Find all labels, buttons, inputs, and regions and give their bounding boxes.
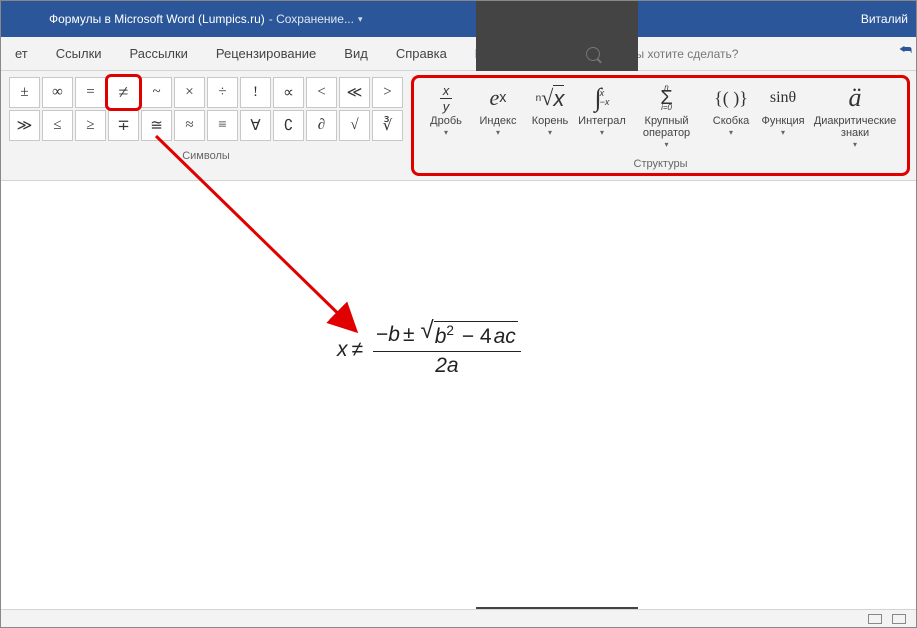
chevron-down-icon: ▾ bbox=[548, 128, 552, 137]
symbol-times[interactable]: × bbox=[174, 77, 205, 108]
statusbar bbox=[1, 609, 916, 627]
script-icon: ex bbox=[490, 82, 507, 114]
struct-accent[interactable]: ä Диакритические знаки ▾ bbox=[809, 82, 901, 149]
symbol-lt[interactable]: < bbox=[306, 77, 337, 108]
saving-status: - Сохранение... bbox=[269, 12, 354, 26]
struct-label: Корень bbox=[532, 115, 569, 127]
symbol-mp[interactable]: ∓ bbox=[108, 110, 139, 141]
formula-x: x bbox=[337, 338, 348, 362]
struct-function[interactable]: sinθ Функция ▾ bbox=[757, 82, 809, 137]
struct-label: Крупный оператор bbox=[630, 115, 703, 139]
num-minus: − bbox=[376, 323, 388, 347]
symbol-neq[interactable]: ≠ bbox=[105, 74, 142, 111]
symbol-pm[interactable]: ± bbox=[9, 77, 40, 108]
struct-script[interactable]: ex Индекс ▾ bbox=[472, 82, 524, 137]
symbol-ge[interactable]: ≥ bbox=[75, 110, 106, 141]
bracket-icon: {( )} bbox=[714, 82, 748, 114]
sqrt-a: a bbox=[494, 325, 506, 348]
symbol-le[interactable]: ≤ bbox=[42, 110, 73, 141]
structures-group: xy Дробь ▾ ex Индекс ▾ n√x Корень ▾ ∫x−x… bbox=[411, 75, 910, 176]
num-sqrt: √ b2 − 4ac bbox=[421, 321, 518, 349]
sqrt-minus4: − 4 bbox=[462, 325, 492, 348]
struct-integral[interactable]: ∫x−x Интеграл ▾ bbox=[576, 82, 628, 137]
struct-label: Скобка bbox=[713, 115, 749, 127]
sqrt-b: b bbox=[435, 325, 447, 348]
share-icon[interactable]: ⮪ bbox=[899, 41, 912, 58]
struct-radical[interactable]: n√x Корень ▾ bbox=[524, 82, 576, 137]
save-dropdown-icon[interactable]: ▾ bbox=[358, 14, 363, 25]
tab-view[interactable]: Вид bbox=[330, 37, 382, 70]
symbol-propto[interactable]: ∝ bbox=[273, 77, 304, 108]
struct-fraction[interactable]: xy Дробь ▾ bbox=[420, 82, 472, 137]
title-left: Формулы в Microsoft Word (Lumpics.ru) - … bbox=[49, 12, 362, 26]
symbol-cong[interactable]: ≅ bbox=[141, 110, 172, 141]
doc-title: Формулы в Microsoft Word (Lumpics.ru) bbox=[49, 12, 265, 26]
chevron-down-icon: ▾ bbox=[665, 140, 669, 149]
accent-icon: ä bbox=[849, 82, 862, 114]
titlebar: Формулы в Microsoft Word (Lumpics.ru) - … bbox=[1, 1, 916, 37]
formula-neq: ≠ bbox=[352, 338, 364, 362]
structures-group-label: Структуры bbox=[420, 158, 901, 170]
print-layout-icon[interactable] bbox=[892, 614, 906, 624]
fraction-icon: xy bbox=[440, 82, 453, 114]
symbol-cbrt[interactable]: ∛ bbox=[372, 110, 403, 141]
num-b: b bbox=[388, 323, 400, 347]
symbol-sqrt[interactable]: √ bbox=[339, 110, 370, 141]
symbol-approx[interactable]: ≈ bbox=[174, 110, 205, 141]
symbol-gt[interactable]: > bbox=[372, 77, 403, 108]
ribbon-tabs: ет Ссылки Рассылки Рецензирование Вид Сп… bbox=[1, 37, 916, 71]
chevron-down-icon: ▾ bbox=[496, 128, 500, 137]
formula-fraction: − b ± √ b2 − 4ac 2a bbox=[373, 321, 521, 378]
symbol-forall[interactable]: ∀ bbox=[240, 110, 271, 141]
struct-label: Дробь bbox=[430, 115, 462, 127]
function-icon: sinθ bbox=[770, 82, 796, 114]
struct-large-operator[interactable]: nΣi=0 Крупный оператор ▾ bbox=[628, 82, 705, 149]
sqrt-body: b2 − 4ac bbox=[434, 321, 518, 349]
symbols-group-label: Символы bbox=[9, 150, 403, 162]
document-page[interactable]: x ≠ − b ± √ b2 − 4ac 2a bbox=[19, 181, 898, 607]
symbol-infinity[interactable]: ∞ bbox=[42, 77, 73, 108]
tab-truncated[interactable]: ет bbox=[1, 37, 42, 70]
tab-review[interactable]: Рецензирование bbox=[202, 37, 330, 70]
chevron-down-icon: ▾ bbox=[853, 140, 857, 149]
symbol-ll[interactable]: ≪ bbox=[339, 77, 370, 108]
radical-icon: n√x bbox=[536, 82, 565, 114]
chevron-down-icon: ▾ bbox=[729, 128, 733, 137]
sqrt-exp: 2 bbox=[446, 323, 454, 338]
symbol-tilde[interactable]: ~ bbox=[141, 77, 172, 108]
struct-bracket[interactable]: {( )} Скобка ▾ bbox=[705, 82, 757, 137]
ribbon: ± ∞ = ≠ ~ × ÷ ! ∝ < ≪ > ≫ ≤ ≥ ∓ ≅ ≈ ≡ ∀ … bbox=[1, 71, 916, 181]
symbol-partial[interactable]: ∂ bbox=[306, 110, 337, 141]
sqrt-icon: √ bbox=[421, 321, 434, 340]
sigma-icon: nΣi=0 bbox=[660, 82, 672, 114]
symbol-gg[interactable]: ≫ bbox=[9, 110, 40, 141]
struct-label: Диакритические знаки bbox=[811, 115, 899, 139]
chevron-down-icon: ▾ bbox=[444, 128, 448, 137]
tab-help[interactable]: Справка bbox=[382, 37, 461, 70]
num-pm: ± bbox=[403, 323, 415, 347]
symbol-equiv[interactable]: ≡ bbox=[207, 110, 238, 141]
user-name[interactable]: Виталий bbox=[861, 12, 908, 26]
symbol-equals[interactable]: = bbox=[75, 77, 106, 108]
read-mode-icon[interactable] bbox=[868, 614, 882, 624]
chevron-down-icon: ▾ bbox=[781, 128, 785, 137]
equation[interactable]: x ≠ − b ± √ b2 − 4ac 2a bbox=[337, 321, 521, 378]
integral-icon: ∫x−x bbox=[595, 82, 610, 114]
struct-label: Функция bbox=[761, 115, 804, 127]
search-icon bbox=[586, 47, 600, 61]
fraction-denominator: 2a bbox=[435, 352, 458, 378]
symbol-complement[interactable]: ∁ bbox=[273, 110, 304, 141]
tab-mailings[interactable]: Рассылки bbox=[116, 37, 202, 70]
symbols-grid: ± ∞ = ≠ ~ × ÷ ! ∝ < ≪ > ≫ ≤ ≥ ∓ ≅ ≈ ≡ ∀ … bbox=[9, 77, 403, 141]
tab-references[interactable]: Ссылки bbox=[42, 37, 116, 70]
struct-label: Интеграл bbox=[578, 115, 626, 127]
sqrt-c: c bbox=[505, 325, 516, 348]
structures-row: xy Дробь ▾ ex Индекс ▾ n√x Корень ▾ ∫x−x… bbox=[420, 82, 901, 149]
struct-label: Индекс bbox=[480, 115, 517, 127]
symbol-bang[interactable]: ! bbox=[240, 77, 271, 108]
chevron-down-icon: ▾ bbox=[600, 128, 604, 137]
fraction-numerator: − b ± √ b2 − 4ac bbox=[373, 321, 521, 352]
symbols-group: ± ∞ = ≠ ~ × ÷ ! ∝ < ≪ > ≫ ≤ ≥ ∓ ≅ ≈ ≡ ∀ … bbox=[1, 71, 411, 180]
symbol-div[interactable]: ÷ bbox=[207, 77, 238, 108]
